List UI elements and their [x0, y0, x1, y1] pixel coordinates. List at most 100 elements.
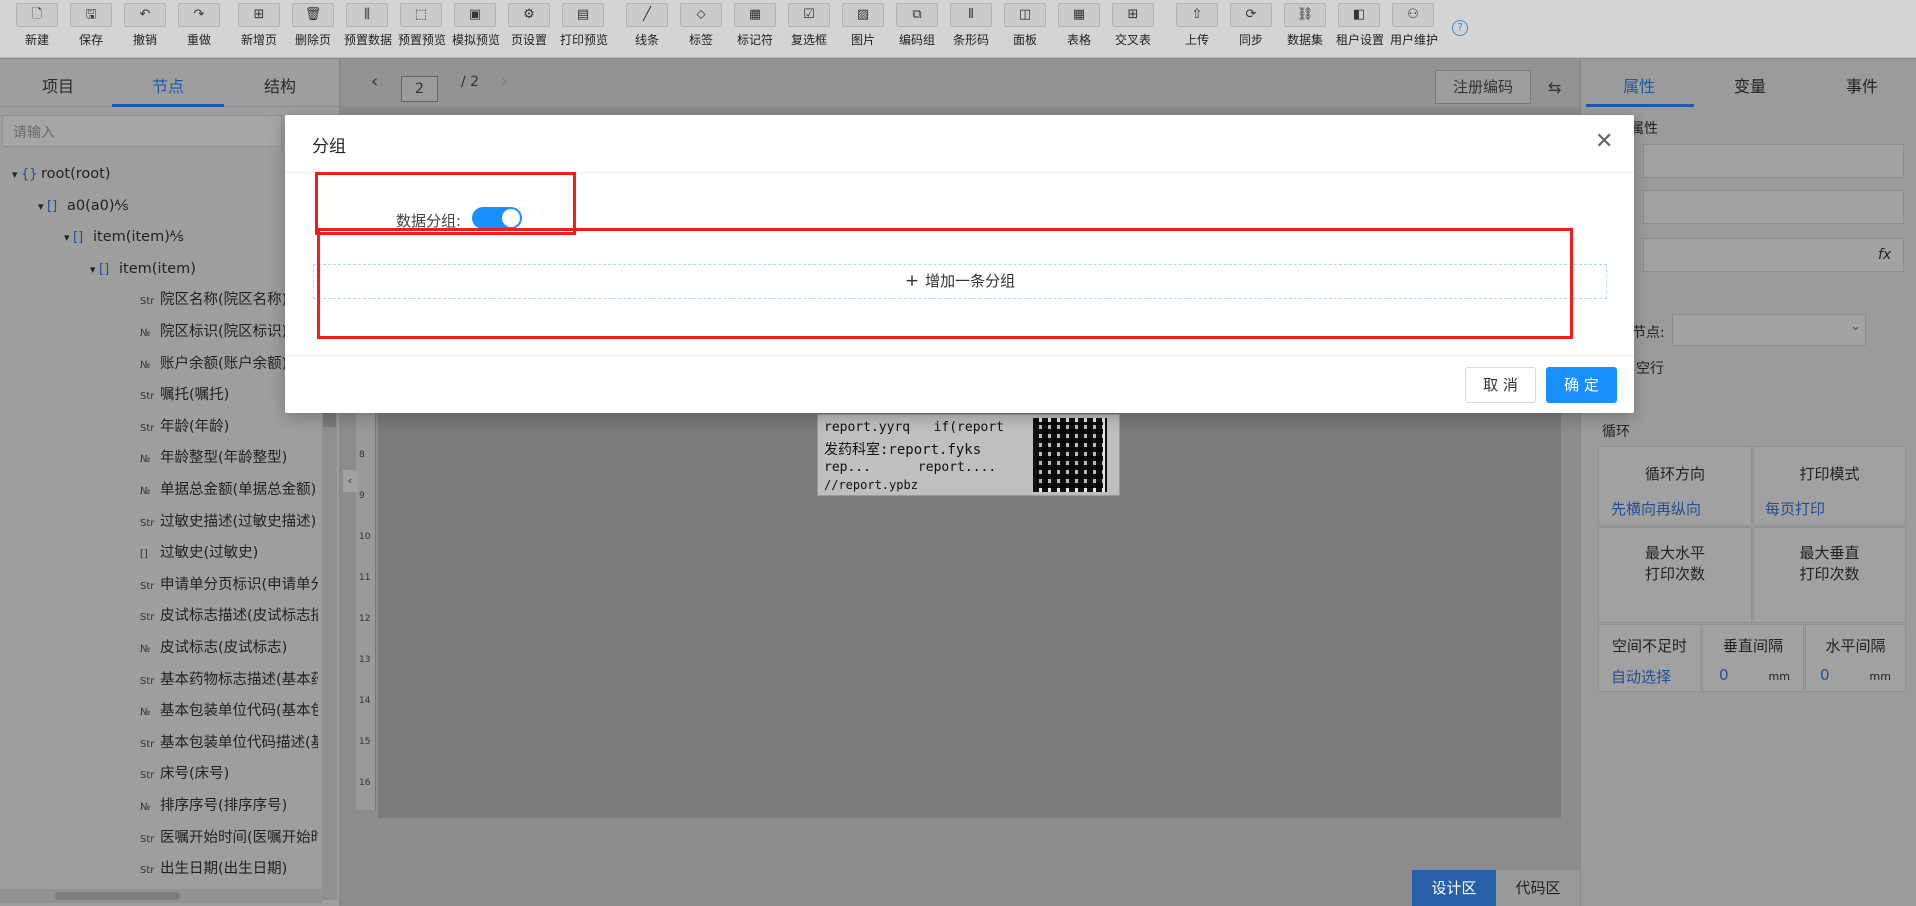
collapse-left-icon[interactable]: ‹	[343, 470, 357, 492]
tab-nodes[interactable]: 节点	[152, 73, 184, 97]
tree-node-label: root(root)	[41, 166, 111, 182]
qr-code-image[interactable]	[1033, 418, 1107, 492]
toolbar-tag-button[interactable]: ⬦ 标签	[678, 3, 724, 57]
tree-node[interactable]: Str 申请单分页标识(申请单分页标识)	[140, 572, 318, 598]
vertical-gap-cell[interactable]: 垂直间隔 0 mm	[1702, 624, 1804, 692]
page-total: / 2	[461, 74, 480, 90]
toolbar-print-preview-button[interactable]: ▤ 打印预览	[560, 3, 608, 57]
toolbar-delete-page-button[interactable]: 🗑 删除页	[290, 3, 336, 57]
expand-caret-icon[interactable]: ▾	[12, 168, 21, 181]
tree-node[interactable]: Str 出生日期(出生日期)	[140, 856, 287, 882]
prev-page-icon[interactable]: ‹	[371, 71, 378, 92]
horizontal-gap-cell[interactable]: 水平间隔 0 mm	[1805, 624, 1906, 692]
toolbar-barcode-button[interactable]: ⦀ 条形码	[948, 3, 994, 57]
expand-caret-icon[interactable]: ▾	[64, 231, 73, 244]
cancel-button[interactable]: 取 消	[1465, 367, 1536, 403]
toolbar-line-button[interactable]: ╱ 线条	[624, 3, 670, 57]
tree-node[interactable]: ▾ [] item(item)⅍	[64, 224, 184, 250]
toolbar-redo-button[interactable]: ↷ 重做	[176, 3, 222, 57]
chevron-down-icon[interactable]: ⌄	[1850, 319, 1861, 334]
tab-variables[interactable]: 变量	[1734, 73, 1766, 97]
loop-direction-cell[interactable]: 循环方向 先横向再纵向	[1598, 446, 1752, 526]
tree-node[interactable]: № 排序序号(排序序号)	[140, 793, 287, 819]
tree-node[interactable]: Str 基本包装单位代码描述(基本包装单位代码描述)	[140, 730, 318, 756]
tree-node[interactable]: Str 医嘱开始时间(医嘱开始时间)	[140, 825, 318, 851]
search-input[interactable]: 请输入	[2, 115, 282, 147]
tree-node[interactable]: № 院区标识(院区标识)	[140, 319, 287, 345]
tab-code[interactable]: 代码区	[1496, 870, 1580, 906]
tree-node[interactable]: Str 床号(床号)	[140, 761, 229, 787]
close-icon[interactable]: ✕	[1595, 131, 1613, 153]
expand-caret-icon[interactable]: ▾	[90, 263, 99, 276]
toolbar-preset-data-button[interactable]: ⫼ 预置数据	[344, 3, 392, 57]
toolbar-simulate-preview-button[interactable]: ▣ 模拟预览	[452, 3, 500, 57]
tree-node[interactable]: № 基本包装单位代码(基本包装单位代码)	[140, 698, 318, 724]
swap-icon[interactable]: ⇆	[1548, 78, 1561, 97]
toolbar-label: 复选框	[790, 33, 827, 47]
toolbar-checkbox-button[interactable]: ☑ 复选框	[786, 3, 832, 57]
horizontal-gap-value[interactable]: 0	[1820, 666, 1830, 684]
toolbar-save-button[interactable]: 🖫 保存	[68, 3, 114, 57]
tree-node[interactable]: [] 过敏史(过敏史)	[140, 540, 258, 566]
toolbar-tenant-settings-button[interactable]: ◧ 租户设置	[1336, 3, 1384, 57]
fx-icon[interactable]: fx	[1878, 247, 1891, 263]
toolbar-code-group-button[interactable]: ⧉ 编码组	[894, 3, 940, 57]
toolbar-upload-button[interactable]: ⇧ 上传	[1174, 3, 1220, 57]
attr-field-2[interactable]	[1643, 190, 1904, 224]
toolbar-panel-button[interactable]: ◫ 面板	[1002, 3, 1048, 57]
toolbar-sync-button[interactable]: ⟳ 同步	[1228, 3, 1274, 57]
space-insufficient-value[interactable]: 自动选择	[1599, 666, 1700, 687]
toolbar-dataset-button[interactable]: ⛓ 数据集	[1282, 3, 1328, 57]
tree-node[interactable]: № 账户余额(账户余额)	[140, 351, 287, 377]
tree-node[interactable]: ▾ [] item(item)	[90, 256, 196, 282]
register-code-button[interactable]: 注册编码	[1435, 70, 1531, 104]
toolbar-preset-preview-button[interactable]: ⬚ 预置预览	[398, 3, 446, 57]
tree-node[interactable]: Str 嘱托(嘱托)	[140, 382, 229, 408]
space-insufficient-cell[interactable]: 空间不足时 自动选择	[1598, 624, 1701, 692]
tree-node-label: 年龄整型(年龄整型)	[160, 450, 288, 467]
node-select[interactable]	[1672, 314, 1866, 346]
toolbar-add-page-button[interactable]: ⊞ 新增页	[236, 3, 282, 57]
left-hscrollbar-thumb[interactable]	[55, 892, 180, 900]
add-page-icon: ⊞	[238, 3, 280, 27]
help-icon[interactable]: ?	[1452, 20, 1468, 36]
tab-design[interactable]: 设计区	[1412, 870, 1496, 906]
toolbar-image-button[interactable]: ▨ 图片	[840, 3, 886, 57]
tree-node[interactable]: № 皮试标志(皮试标志)	[140, 635, 287, 661]
tree-node[interactable]: Str 年龄(年龄)	[140, 414, 229, 440]
toolbar-table-button[interactable]: ▦ 表格	[1056, 3, 1102, 57]
attr-field-1[interactable]	[1643, 144, 1904, 178]
max-vertical-label[interactable]: 最大垂直 打印次数	[1753, 527, 1906, 623]
next-page-icon[interactable]: ›	[501, 71, 508, 92]
vertical-gap-value[interactable]: 0	[1719, 666, 1729, 684]
tab-events[interactable]: 事件	[1846, 73, 1878, 97]
tree-node[interactable]: Str 院区名称(院区名称)	[140, 287, 287, 313]
ruler-number: 15	[359, 737, 371, 747]
tree-node[interactable]: ▾ [] a0(a0)⅍	[38, 193, 128, 219]
print-mode-cell[interactable]: 打印模式 每页打印	[1753, 446, 1906, 526]
toolbar-new-file-button[interactable]: 🗋 新建	[14, 3, 60, 57]
tab-project[interactable]: 项目	[42, 73, 74, 97]
toolbar-marker-button[interactable]: ▦ 标记符	[732, 3, 778, 57]
expand-caret-icon[interactable]: ▾	[38, 200, 47, 213]
tab-structure[interactable]: 结构	[264, 73, 296, 97]
tree-node[interactable]: Str 基本药物标志描述(基本药物标志描述)	[140, 667, 318, 693]
tab-properties[interactable]: 属性	[1623, 73, 1655, 97]
print-mode-value[interactable]: 每页打印	[1754, 498, 1905, 519]
toolbar-user-maintain-button[interactable]: ⚇ 用户维护	[1390, 3, 1438, 57]
attr-field-fx[interactable]	[1643, 238, 1904, 272]
toolbar-crosstab-button[interactable]: ⊞ 交叉表	[1110, 3, 1156, 57]
node-label: 节点:	[1632, 325, 1665, 341]
toolbar-undo-button[interactable]: ↶ 撤销	[122, 3, 168, 57]
tree-node[interactable]: ▾ {} root(root)	[12, 161, 111, 187]
loop-direction-value[interactable]: 先横向再纵向	[1599, 498, 1751, 519]
tree-node[interactable]: № 年龄整型(年龄整型)	[140, 445, 287, 471]
page-number-input[interactable]: 2	[401, 76, 438, 102]
tree-node[interactable]: Str 过敏史描述(过敏史描述)	[140, 509, 316, 535]
toolbar-page-settings-button[interactable]: ⚙ 页设置	[506, 3, 552, 57]
tree-node[interactable]: Str 皮试标志描述(皮试标志描述)	[140, 603, 318, 629]
confirm-button[interactable]: 确 定	[1546, 367, 1617, 403]
tree-node[interactable]: № 单据总金额(单据总金额)	[140, 477, 316, 503]
max-horizontal-label[interactable]: 最大水平 打印次数	[1598, 527, 1752, 623]
tree-node-label: 嘱托(嘱托)	[160, 387, 230, 404]
